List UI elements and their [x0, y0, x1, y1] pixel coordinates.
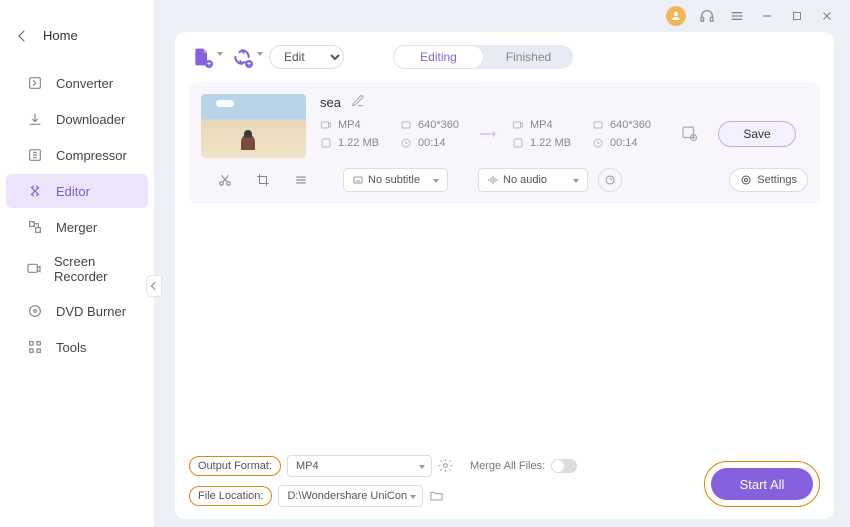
duration-icon — [400, 137, 412, 149]
file-location-label: File Location: — [189, 486, 272, 506]
cut-icon[interactable] — [213, 168, 237, 192]
subtitle-select[interactable]: No subtitle — [343, 168, 448, 192]
chevron-down-icon — [217, 52, 223, 56]
audio-select[interactable]: No audio — [478, 168, 588, 192]
content-panel: + + Edit Editing Finished sea — [175, 32, 834, 519]
dvd-icon — [26, 302, 44, 320]
editor-icon — [26, 182, 44, 200]
nav-label: DVD Burner — [56, 304, 126, 319]
tab-editing[interactable]: Editing — [393, 45, 484, 69]
status-tabs: Editing Finished — [393, 45, 573, 69]
video-thumbnail[interactable] — [201, 94, 306, 158]
save-button[interactable]: Save — [718, 121, 796, 147]
merge-toggle[interactable] — [551, 459, 577, 473]
sidebar: Home Converter Downloader Compressor Edi… — [0, 0, 155, 527]
content-toolbar: + + Edit Editing Finished — [189, 44, 820, 70]
file-card: sea MP4 1.22 MB 640*360 00:14 — [189, 82, 820, 204]
compressor-icon — [26, 146, 44, 164]
merger-icon — [26, 218, 44, 236]
user-avatar-icon[interactable] — [666, 6, 686, 26]
sidebar-item-screen-recorder[interactable]: Screen Recorder — [6, 246, 148, 292]
output-settings-icon[interactable] — [438, 458, 454, 474]
titlebar — [155, 0, 850, 32]
video-format-icon — [512, 119, 524, 131]
sidebar-item-converter[interactable]: Converter — [6, 66, 148, 100]
sidebar-item-merger[interactable]: Merger — [6, 210, 148, 244]
footer: Output Format: MP4 Merge All Files: File… — [189, 445, 820, 507]
merge-label: Merge All Files: — [470, 460, 545, 472]
close-icon[interactable] — [818, 7, 836, 25]
video-format-icon — [320, 119, 332, 131]
duration-icon — [592, 137, 604, 149]
sidebar-item-editor[interactable]: Editor — [6, 174, 148, 208]
add-file-button[interactable]: + — [189, 44, 215, 70]
nav-label: Merger — [56, 220, 97, 235]
edit-action-select[interactable]: Edit — [269, 45, 344, 69]
file-size-icon — [512, 137, 524, 149]
nav-label: Editor — [56, 184, 90, 199]
output-settings-icon[interactable] — [680, 124, 700, 144]
nav-label: Tools — [56, 340, 86, 355]
file-location-select[interactable]: D:\Wondershare UniConverter 1 — [278, 485, 423, 507]
list-icon[interactable] — [289, 168, 313, 192]
main-area: + + Edit Editing Finished sea — [155, 0, 850, 527]
tools-icon — [26, 338, 44, 356]
chevron-left-icon — [18, 30, 29, 41]
rename-icon[interactable] — [351, 94, 365, 111]
home-label: Home — [43, 28, 78, 43]
arrow-right-icon — [480, 128, 502, 140]
converter-icon — [26, 74, 44, 92]
home-nav[interactable]: Home — [0, 20, 154, 51]
nav-label: Compressor — [56, 148, 127, 163]
nav-label: Downloader — [56, 112, 125, 127]
start-highlight: Start All — [704, 461, 820, 507]
start-all-button[interactable]: Start All — [711, 468, 813, 500]
menu-icon[interactable] — [728, 7, 746, 25]
file-size-icon — [320, 137, 332, 149]
sidebar-item-tools[interactable]: Tools — [6, 330, 148, 364]
output-format-select[interactable]: MP4 — [287, 455, 432, 477]
resolution-icon — [592, 119, 604, 131]
sidebar-item-compressor[interactable]: Compressor — [6, 138, 148, 172]
open-folder-icon[interactable] — [429, 488, 445, 504]
settings-button[interactable]: Settings — [729, 168, 808, 192]
add-url-button[interactable]: + — [229, 44, 255, 70]
sidebar-item-dvd-burner[interactable]: DVD Burner — [6, 294, 148, 328]
downloader-icon — [26, 110, 44, 128]
minimize-icon[interactable] — [758, 7, 776, 25]
nav-label: Converter — [56, 76, 113, 91]
speed-icon[interactable] — [598, 168, 622, 192]
resolution-icon — [400, 119, 412, 131]
file-name-row: sea — [320, 94, 808, 111]
crop-icon[interactable] — [251, 168, 275, 192]
nav-label: Screen Recorder — [54, 254, 128, 284]
headset-icon[interactable] — [698, 7, 716, 25]
output-format-label: Output Format: — [189, 456, 281, 476]
sidebar-item-downloader[interactable]: Downloader — [6, 102, 148, 136]
file-name: sea — [320, 95, 341, 110]
maximize-icon[interactable] — [788, 7, 806, 25]
chevron-down-icon — [257, 52, 263, 56]
tab-finished[interactable]: Finished — [484, 45, 573, 69]
recorder-icon — [26, 260, 42, 278]
